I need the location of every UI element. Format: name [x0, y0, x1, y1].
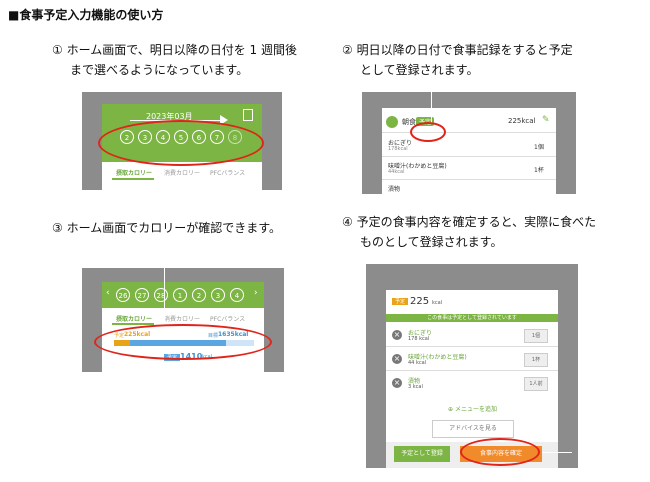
pointer-line: [431, 92, 432, 124]
pointer-line: [542, 452, 572, 453]
highlight-oval: [94, 324, 272, 360]
item-kcal: 3 kcal: [408, 384, 423, 390]
advice-button[interactable]: アドバイスを見る: [432, 420, 514, 438]
pointer-line: [164, 268, 165, 322]
step3-line1: ③ ホーム画面でカロリーが確認できます。: [52, 221, 282, 235]
step1-line2: まで選べるようになっています。: [70, 63, 249, 77]
day-2[interactable]: 2: [192, 288, 206, 302]
prev-week-icon[interactable]: ‹: [106, 288, 110, 298]
item-qty: 1杯: [534, 167, 544, 174]
divider: [386, 346, 558, 347]
calendar-icon[interactable]: [243, 109, 253, 121]
divider: [382, 156, 556, 157]
page-heading: ■食事予定入力機能の使い方: [8, 8, 164, 22]
add-menu-link[interactable]: ⊕ メニューを追加: [448, 404, 497, 413]
step4-text: ④ 予定の食事内容を確定すると、実際に食べた ものとして登録されます。: [342, 212, 596, 252]
step4-line2: ものとして登録されます。: [360, 235, 503, 249]
screenshot-home-calorie: ‹ › 26 27 28 1 2 3 4 摂取カロリー 消費カロリー PFCバラ…: [82, 268, 284, 372]
step2-line1: ② 明日以降の日付で食事記録をすると予定: [342, 43, 573, 57]
unit-select[interactable]: 1杯: [524, 353, 548, 367]
meal-total: 225: [410, 296, 430, 307]
divider: [382, 179, 556, 180]
highlight-oval: [98, 120, 264, 166]
plan-notice: この食事は予定として登録されています: [386, 314, 558, 322]
save-plan-button[interactable]: 予定として登録: [394, 446, 450, 462]
tab-burn[interactable]: 消費カロリー: [164, 168, 200, 177]
remove-icon[interactable]: ×: [392, 330, 402, 340]
plus-icon: ⊕: [448, 406, 454, 413]
day-26[interactable]: 26: [116, 288, 130, 302]
item-kcal: 178 kcal: [408, 336, 430, 342]
highlight-oval: [410, 122, 446, 142]
day-27[interactable]: 27: [135, 288, 149, 302]
item-kcal: 178kcal: [388, 146, 408, 152]
tab-pfc[interactable]: PFCバランス: [210, 168, 245, 177]
add-menu-label: メニューを追加: [454, 406, 497, 413]
remove-icon[interactable]: ×: [392, 354, 402, 364]
divider: [382, 132, 556, 133]
step2-line2: として登録されます。: [360, 63, 479, 77]
meal-total-unit: kcal: [432, 300, 443, 306]
unit-select[interactable]: 1個: [524, 329, 548, 343]
item-qty: 1個: [534, 144, 544, 151]
next-week-icon[interactable]: ›: [254, 288, 258, 298]
day-3[interactable]: 3: [211, 288, 225, 302]
step1-text: ① ホーム画面で、明日以降の日付を 1 週間後 まで選べるようになっています。: [52, 40, 297, 80]
tab-underline: [112, 178, 154, 180]
edit-icon[interactable]: ✎: [542, 115, 550, 125]
tab-intake[interactable]: 摂取カロリー: [116, 168, 152, 177]
unit-select[interactable]: 1人前: [524, 377, 548, 391]
screenshot-meal-record: 朝食 予定 225kcal ✎ おにぎり 178kcal 1個 味噌汁(わかめと…: [362, 92, 576, 194]
item-kcal: 44 kcal: [408, 360, 427, 366]
step1-line1: ① ホーム画面で、明日以降の日付を 1 週間後: [52, 43, 297, 57]
app-screen: 朝食 予定 225kcal ✎ おにぎり 178kcal 1個 味噌汁(わかめと…: [382, 108, 556, 194]
screenshot-home-date: 2023年03月 2 3 4 5 6 7 8 摂取カロリー 消費カロリー PFC…: [82, 92, 282, 190]
day-4[interactable]: 4: [230, 288, 244, 302]
highlight-oval: [460, 438, 540, 466]
step4-line1: ④ 予定の食事内容を確定すると、実際に食べた: [342, 215, 597, 229]
tab-pfc[interactable]: PFCバランス: [210, 314, 245, 323]
plan-badge: 予定: [392, 298, 409, 305]
day-1[interactable]: 1: [173, 288, 187, 302]
remove-icon[interactable]: ×: [392, 378, 402, 388]
screenshot-confirm-meal: 予定 225 kcal この食事は予定として登録されています × おにぎり 17…: [366, 264, 578, 468]
step2-text: ② 明日以降の日付で食事記録をすると予定 として登録されます。: [342, 40, 573, 80]
item-name: 漬物: [388, 186, 401, 193]
meal-total: 225kcal: [508, 117, 536, 125]
day-28[interactable]: 28: [154, 288, 168, 302]
step3-text: ③ ホーム画面でカロリーが確認できます。: [52, 218, 281, 238]
meal-icon: [386, 116, 398, 128]
tab-burn[interactable]: 消費カロリー: [164, 314, 200, 323]
item-kcal: 44kcal: [388, 169, 405, 175]
divider: [386, 370, 558, 371]
tab-intake[interactable]: 摂取カロリー: [116, 314, 152, 323]
